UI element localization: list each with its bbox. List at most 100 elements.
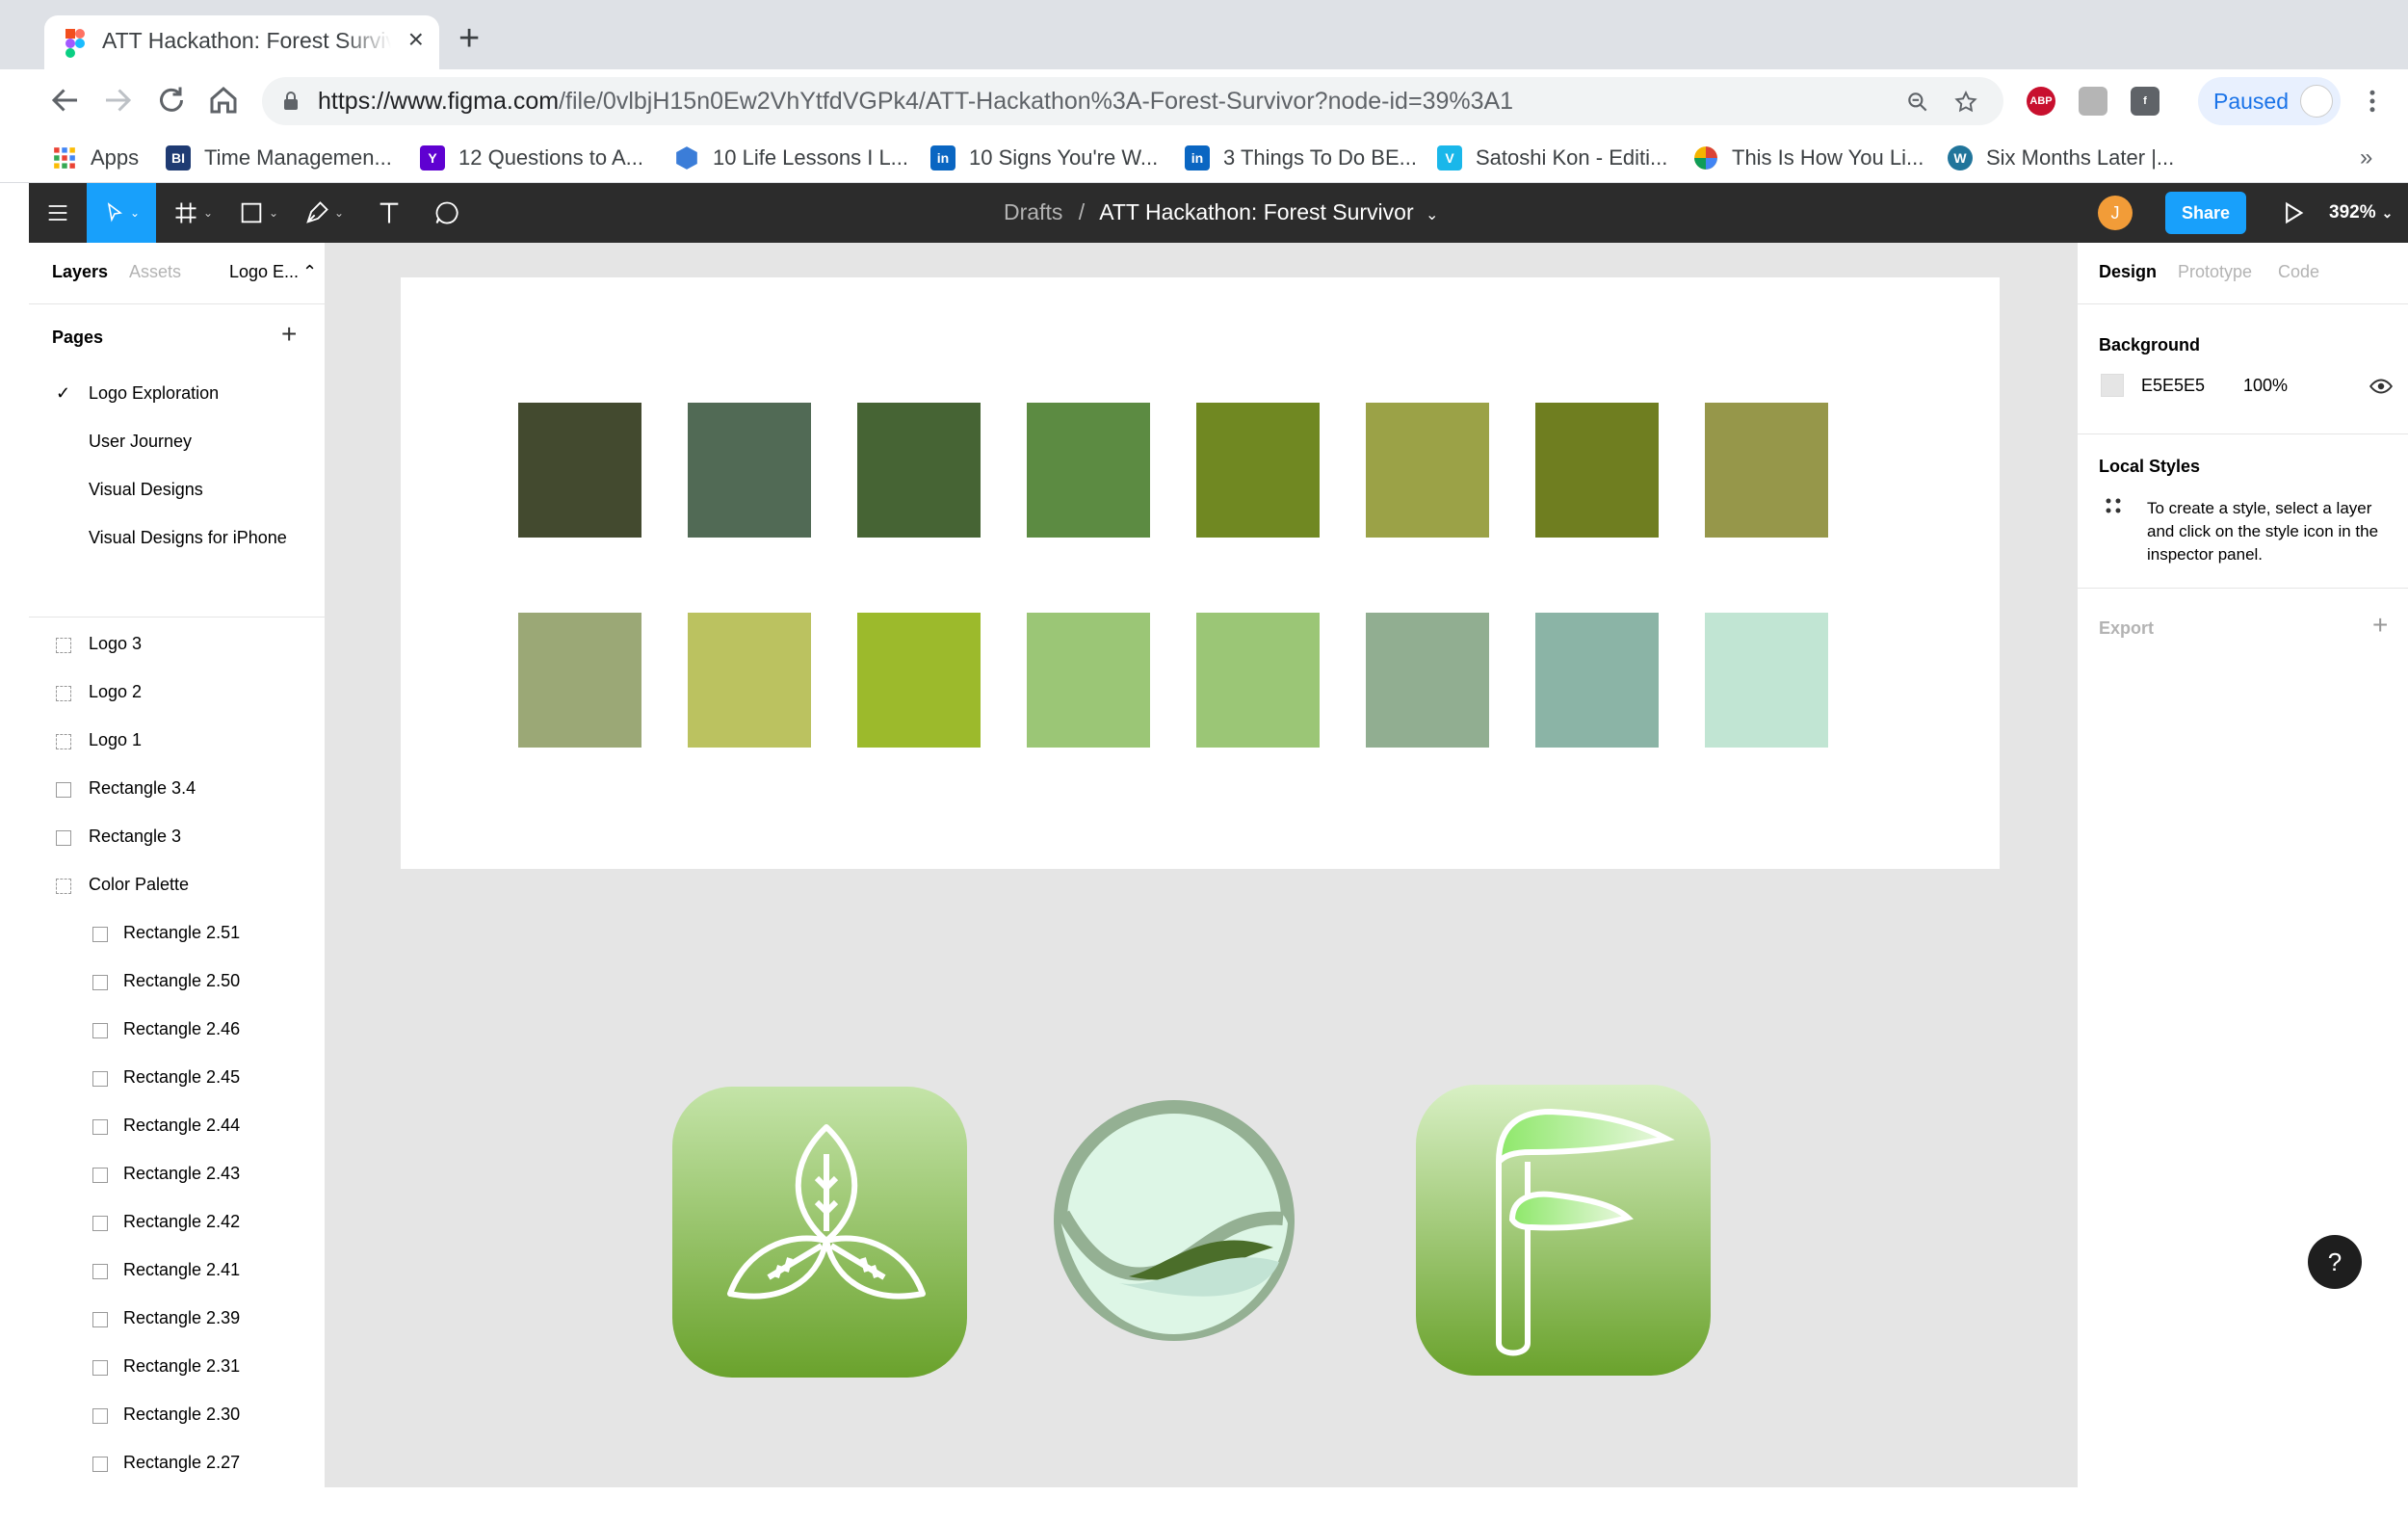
color-swatch[interactable] bbox=[1196, 403, 1320, 538]
background-opacity-input[interactable]: 100% bbox=[2243, 376, 2288, 396]
adblock-plus-icon[interactable]: ABP bbox=[2027, 87, 2055, 116]
background-hex-input[interactable]: E5E5E5 bbox=[2141, 376, 2205, 396]
add-page-icon[interactable]: + bbox=[281, 320, 297, 349]
layer-row[interactable]: Color Palette bbox=[29, 863, 325, 909]
breadcrumb-separator: / bbox=[1078, 199, 1086, 224]
browser-menu-icon[interactable] bbox=[2358, 87, 2387, 116]
color-swatch[interactable] bbox=[1027, 403, 1150, 538]
comment-tool-icon[interactable] bbox=[418, 183, 476, 243]
bookmark-12-questions[interactable]: Y 12 Questions to A... bbox=[420, 143, 643, 173]
page-item[interactable]: Visual Designs for iPhone bbox=[29, 514, 325, 561]
color-swatch[interactable] bbox=[1535, 403, 1659, 538]
bookmark-satoshi-kon[interactable]: V Satoshi Kon - Editi... bbox=[1437, 143, 1667, 173]
color-swatch[interactable] bbox=[1366, 403, 1489, 538]
canvas[interactable] bbox=[326, 243, 2077, 1487]
zoom-magnifier-icon[interactable] bbox=[1905, 90, 1930, 115]
logo-1-trillium-icon[interactable] bbox=[672, 1087, 967, 1378]
color-palette-frame[interactable] bbox=[401, 277, 2000, 869]
layer-row[interactable]: Logo 3 bbox=[29, 622, 325, 669]
logo-3-f-leaf-icon[interactable] bbox=[1416, 1085, 1711, 1376]
rectangle-layer-icon bbox=[92, 1264, 108, 1279]
facebook-extension-icon[interactable]: f bbox=[2131, 87, 2159, 116]
user-avatar[interactable]: J bbox=[2098, 196, 2133, 230]
color-swatch[interactable] bbox=[688, 613, 811, 748]
share-button[interactable]: Share bbox=[2165, 192, 2246, 234]
layer-row[interactable]: Rectangle 2.39 bbox=[29, 1297, 325, 1343]
bookmark-six-months[interactable]: W Six Months Later |... bbox=[1948, 143, 2174, 173]
home-icon[interactable] bbox=[206, 83, 241, 118]
color-swatch[interactable] bbox=[518, 613, 641, 748]
layer-row[interactable]: Rectangle 2.44 bbox=[29, 1104, 325, 1150]
rectangle-tool-icon[interactable]: ⌄ bbox=[229, 183, 287, 243]
file-menu-chevron-icon[interactable]: ⌄ bbox=[1426, 207, 1438, 223]
layer-row[interactable]: Rectangle 2.30 bbox=[29, 1393, 325, 1439]
layer-row[interactable]: Rectangle 2.50 bbox=[29, 959, 325, 1006]
bookmark-10-signs[interactable]: in 10 Signs You're W... bbox=[930, 143, 1158, 173]
color-swatch[interactable] bbox=[1705, 403, 1828, 538]
add-export-icon[interactable]: + bbox=[2372, 611, 2388, 640]
bookmark-star-icon[interactable] bbox=[1953, 90, 1978, 115]
collapse-pages-chevron-icon[interactable]: ⌃ bbox=[302, 262, 317, 282]
layer-row[interactable]: Rectangle 2.46 bbox=[29, 1008, 325, 1054]
present-play-icon[interactable] bbox=[2279, 199, 2306, 226]
section-divider bbox=[2078, 433, 2408, 434]
tab-layers[interactable]: Layers bbox=[52, 262, 108, 282]
bookmark-this-is-how[interactable]: This Is How You Li... bbox=[1693, 143, 1924, 173]
color-swatch[interactable] bbox=[1196, 613, 1320, 748]
address-bar[interactable]: https://www.figma.com/file/0vlbjH15n0Ew2… bbox=[262, 77, 2003, 125]
help-button[interactable]: ? bbox=[2308, 1235, 2362, 1289]
page-item[interactable]: Visual Designs bbox=[29, 466, 325, 512]
tab-close-icon[interactable]: × bbox=[408, 25, 424, 54]
tab-assets[interactable]: Assets bbox=[129, 262, 181, 282]
new-tab-button[interactable]: + bbox=[458, 19, 480, 58]
tab-code[interactable]: Code bbox=[2278, 262, 2319, 282]
text-tool-icon[interactable] bbox=[360, 183, 418, 243]
color-swatch[interactable] bbox=[1366, 613, 1489, 748]
bookmark-time-management[interactable]: BI Time Managemen... bbox=[166, 143, 392, 173]
profile-paused-button[interactable]: Paused bbox=[2198, 77, 2341, 125]
layer-name: Color Palette bbox=[89, 875, 190, 894]
bookmark-apps[interactable]: Apps bbox=[52, 143, 139, 173]
bookmark-10-life-lessons[interactable]: 10 Life Lessons I L... bbox=[674, 143, 908, 173]
color-swatch[interactable] bbox=[857, 403, 981, 538]
layer-row[interactable]: Rectangle 2.42 bbox=[29, 1200, 325, 1247]
layer-row[interactable]: Rectangle 2.45 bbox=[29, 1056, 325, 1102]
layer-row[interactable]: Rectangle 2.41 bbox=[29, 1248, 325, 1295]
page-item[interactable]: User Journey bbox=[29, 418, 325, 464]
reload-icon[interactable] bbox=[154, 83, 189, 118]
current-page-selector[interactable]: Logo E... bbox=[229, 262, 299, 282]
zoom-level[interactable]: 392% ⌄ bbox=[2329, 202, 2393, 223]
move-tool-icon[interactable]: ⌄ bbox=[87, 183, 156, 243]
color-swatch[interactable] bbox=[1535, 613, 1659, 748]
color-swatch[interactable] bbox=[857, 613, 981, 748]
visibility-eye-icon[interactable] bbox=[2369, 374, 2394, 399]
file-name[interactable]: ATT Hackathon: Forest Survivor bbox=[1099, 199, 1413, 224]
browser-tab[interactable]: ATT Hackathon: Forest Survivor × bbox=[44, 15, 439, 69]
bookmark-3-things[interactable]: in 3 Things To Do BE... bbox=[1185, 143, 1417, 173]
logo-2-sphere-icon[interactable] bbox=[1052, 1098, 1296, 1343]
breadcrumb-drafts[interactable]: Drafts bbox=[1004, 199, 1062, 224]
tab-prototype[interactable]: Prototype bbox=[2178, 262, 2252, 282]
background-color-swatch[interactable] bbox=[2101, 374, 2124, 397]
layer-row[interactable]: Rectangle 2.27 bbox=[29, 1441, 325, 1487]
layer-row[interactable]: Rectangle 2.43 bbox=[29, 1152, 325, 1198]
color-swatch[interactable] bbox=[1027, 613, 1150, 748]
tab-design[interactable]: Design bbox=[2099, 262, 2157, 282]
page-item[interactable]: ✓ Logo Exploration bbox=[29, 370, 325, 416]
layer-row[interactable]: Rectangle 3 bbox=[29, 815, 325, 861]
layer-row[interactable]: Rectangle 3.4 bbox=[29, 767, 325, 813]
layer-row[interactable]: Logo 1 bbox=[29, 719, 325, 765]
pen-tool-icon[interactable]: ⌄ bbox=[295, 183, 353, 243]
color-swatch[interactable] bbox=[688, 403, 811, 538]
main-menu-icon[interactable] bbox=[29, 183, 87, 243]
extension-gray-icon[interactable] bbox=[2079, 87, 2107, 116]
frame-tool-icon[interactable]: ⌄ bbox=[164, 183, 222, 243]
color-swatch[interactable] bbox=[518, 403, 641, 538]
layer-row[interactable]: Rectangle 2.51 bbox=[29, 911, 325, 958]
forward-arrow-icon[interactable] bbox=[100, 83, 135, 118]
color-swatch[interactable] bbox=[1705, 613, 1828, 748]
back-arrow-icon[interactable] bbox=[48, 83, 83, 118]
layer-row[interactable]: Rectangle 2.31 bbox=[29, 1345, 325, 1391]
bookmarks-overflow-icon[interactable]: » bbox=[2360, 144, 2372, 171]
layer-row[interactable]: Logo 2 bbox=[29, 670, 325, 717]
